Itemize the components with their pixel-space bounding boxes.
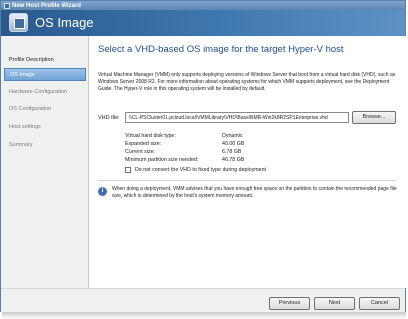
nav-item-os-configuration[interactable]: OS Configuration [4, 103, 86, 116]
wizard-header: OS Image [1, 10, 405, 36]
property-value: Dynamic [222, 133, 243, 139]
property-row: Expanded size: 40.00 GB [125, 141, 325, 148]
nav-item-profile-description[interactable]: Profile Description [4, 54, 86, 67]
section-heading: Select a VHD-based OS image for the targ… [98, 44, 344, 55]
property-row: Virtual hard disk type: Dynamic [125, 133, 325, 140]
intro-text: Virtual Machine Manager (VMM) only suppo… [98, 72, 396, 92]
property-key: Virtual hard disk type: [125, 133, 176, 139]
wizard-window: New Host Profile Wizard OS Image Profile… [0, 0, 406, 312]
next-button[interactable]: Next [314, 297, 355, 310]
convert-checkbox-label[interactable]: Do not convert the VHD to fixed type dur… [135, 167, 266, 173]
window-title: New Host Profile Wizard [12, 2, 81, 9]
wizard-icon [9, 13, 28, 32]
title-bar[interactable]: New Host Profile Wizard [1, 1, 405, 10]
convert-checkbox[interactable] [125, 167, 131, 173]
property-row: Current size: 6.78 GB [125, 149, 325, 156]
app-icon [4, 2, 10, 9]
wizard-footer: Previous Next Cancel [1, 288, 405, 312]
wizard-nav: Profile Description OS Image Hardware Co… [1, 36, 88, 288]
info-note-text: When doing a deployment, VMM advises tha… [112, 186, 397, 199]
nav-item-hardware-configuration[interactable]: Hardware Configuration [4, 86, 86, 99]
previous-button[interactable]: Previous [269, 297, 310, 310]
property-row: Minimum partition size needed: 46.78 GB [125, 157, 325, 164]
property-key: Current size: [125, 149, 156, 155]
info-icon: i [98, 187, 107, 196]
property-key: Expanded size: [125, 141, 162, 147]
property-value: 40.00 GB [222, 141, 245, 147]
nav-item-host-settings[interactable]: Host settings [4, 121, 86, 134]
convert-checkbox-row[interactable]: Do not convert the VHD to fixed type dur… [125, 167, 266, 173]
vhd-file-input[interactable] [125, 112, 349, 123]
page-title: OS Image [35, 15, 94, 30]
property-key: Minimum partition size needed: [125, 157, 199, 163]
property-value: 46.78 GB [222, 157, 245, 163]
browse-button[interactable]: Browse... [352, 111, 396, 124]
cancel-button[interactable]: Cancel [359, 297, 400, 310]
divider [98, 180, 397, 181]
content-pane: Select a VHD-based OS image for the targ… [88, 36, 406, 288]
vhd-file-label: VHD file: [98, 115, 120, 121]
nav-item-summary[interactable]: Summary [4, 139, 86, 152]
nav-item-os-image[interactable]: OS Image [4, 68, 86, 81]
window-shadow [2, 312, 406, 319]
property-value: 6.78 GB [222, 149, 242, 155]
